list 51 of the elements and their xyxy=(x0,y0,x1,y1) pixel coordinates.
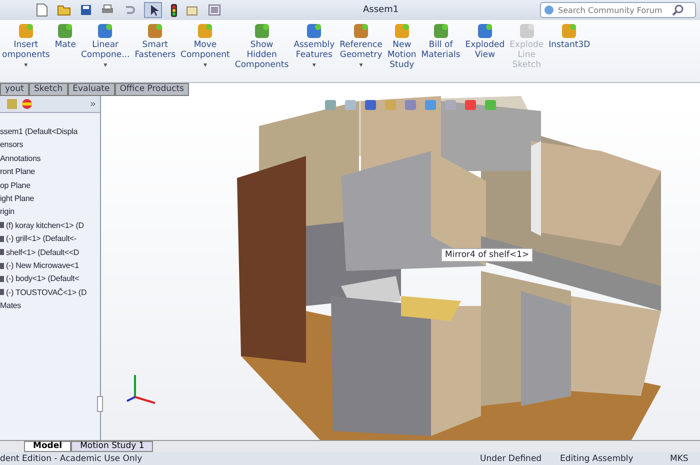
model-tab[interactable]: Motion Study 1 xyxy=(71,441,154,452)
tree-item[interactable]: ssem1 (Default<Displa xyxy=(0,125,100,138)
expand-button[interactable]: » xyxy=(90,98,96,110)
status-text: Under Defined xyxy=(480,454,543,464)
search-field[interactable]: Search Community Forum xyxy=(540,2,696,18)
view-tool-icon[interactable] xyxy=(383,98,399,112)
ribbon-button[interactable]: Mate xyxy=(52,20,78,82)
panel-splitter-handle[interactable] xyxy=(97,396,103,412)
tree-item[interactable]: ront Plane xyxy=(0,165,100,179)
view-tool-icon[interactable] xyxy=(323,98,339,112)
select-cursor-icon[interactable] xyxy=(144,2,162,18)
tree-item[interactable]: shelf<1> (Default<<D xyxy=(0,246,100,259)
tree-item[interactable]: Annotations xyxy=(0,152,100,166)
ribbon-button[interactable]: Exploded View xyxy=(463,20,507,82)
view-tool-icon[interactable] xyxy=(463,98,479,112)
status-text: dent Edition - Academic Use Only xyxy=(0,454,144,464)
status-text: MKS xyxy=(670,454,690,464)
ribbon-button[interactable]: Bill of Materials xyxy=(419,20,462,82)
ribbon-button[interactable]: Instant3D xyxy=(546,20,592,82)
view-tool-icon[interactable] xyxy=(343,98,359,112)
tree-item[interactable]: Mates xyxy=(0,299,100,312)
tree-item[interactable]: (-) TOUSTOVAČ<1> (D xyxy=(0,286,100,300)
tooltip: Mirror4 of shelf<1> xyxy=(441,248,534,262)
view-tool-icon[interactable] xyxy=(363,98,379,112)
ribbon-button[interactable]: Show Hidden Components xyxy=(232,20,291,82)
command-tab[interactable]: yout xyxy=(0,83,29,96)
ribbon-button[interactable]: New Motion Study xyxy=(385,20,418,82)
undo-icon[interactable] xyxy=(123,4,135,16)
new-document-icon[interactable] xyxy=(36,3,48,17)
options-list-icon[interactable] xyxy=(208,4,221,16)
traffic-light-icon[interactable] xyxy=(171,4,177,16)
tree-item[interactable]: (-) New Microwave<1 xyxy=(0,258,100,272)
model-tab[interactable]: Model xyxy=(24,441,72,452)
tree-item[interactable]: (-) grill<1> (Default<- xyxy=(0,232,100,246)
print-icon[interactable] xyxy=(101,4,114,16)
search-icon[interactable] xyxy=(672,4,684,16)
tree-item[interactable]: ensors xyxy=(0,138,100,152)
command-tab[interactable]: Evaluate xyxy=(68,83,115,96)
open-folder-icon[interactable] xyxy=(57,4,71,16)
tree-item[interactable]: (-) body<1> (Default< xyxy=(0,272,100,286)
command-tab[interactable]: Sketch xyxy=(28,83,68,96)
command-tab[interactable]: Office Products xyxy=(114,83,189,96)
file-properties-icon[interactable] xyxy=(186,4,199,16)
tree-item[interactable]: (f) koray kitchen<1> (D xyxy=(0,218,100,232)
tree-item[interactable]: rigin xyxy=(0,205,100,219)
save-icon[interactable] xyxy=(80,4,92,16)
window-title: Assem1 xyxy=(363,5,400,15)
status-text: Editing Assembly xyxy=(560,454,634,464)
tree-item[interactable]: ight Plane xyxy=(0,192,100,206)
ribbon-button[interactable]: Smart Fasteners xyxy=(132,20,178,82)
tree-item[interactable]: op Plane xyxy=(0,178,100,192)
